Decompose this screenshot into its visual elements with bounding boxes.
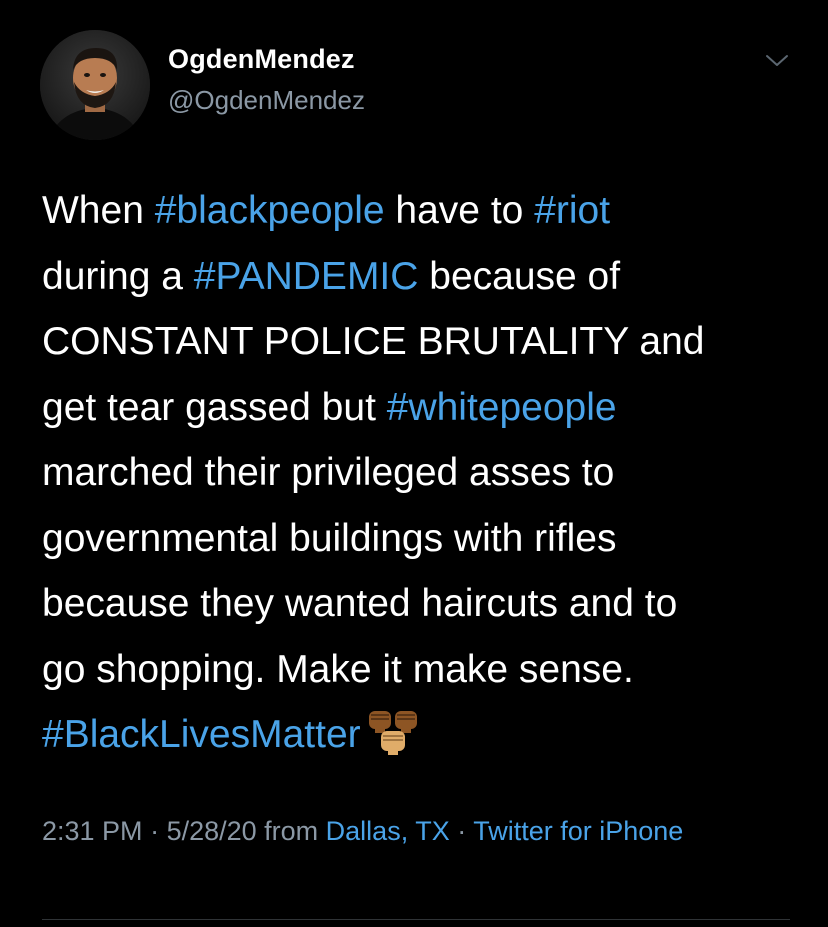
- raised-fist-emoji-icon: [365, 707, 423, 778]
- divider: [42, 919, 790, 920]
- meta-separator: ·: [142, 816, 167, 846]
- avatar[interactable]: [40, 30, 150, 140]
- tweet-line: because they wanted haircuts and to: [42, 571, 802, 637]
- hashtag-link[interactable]: #BlackLivesMatter: [42, 713, 361, 756]
- profile-photo-icon: [40, 30, 150, 140]
- meta-separator-2: ·: [449, 816, 474, 846]
- tweet-text-segment: during a: [42, 254, 194, 298]
- tweet-text-segment: When: [42, 189, 155, 232]
- tweet-time[interactable]: 2:31 PM: [42, 816, 143, 846]
- tweet-line: CONSTANT POLICE BRUTALITY and: [42, 309, 802, 375]
- tweet-text: When #blackpeople have to #riot during a …: [42, 178, 802, 768]
- from-label: from: [256, 816, 326, 846]
- tweet-text-segment: marched their privileged asses to: [42, 451, 615, 494]
- tweet-text-segment: because they wanted haircuts and to: [42, 582, 678, 625]
- tweet-text-segment: CONSTANT POLICE BRUTALITY and: [42, 320, 705, 363]
- hashtag-link[interactable]: #riot: [534, 189, 610, 232]
- tweet-card: OgdenMendez @OgdenMendez When #blackpeop…: [0, 0, 828, 927]
- tweet-line: marched their privileged asses to: [42, 440, 802, 506]
- tweet-line: governmental buildings with rifles: [42, 506, 802, 572]
- tweet-line: When #blackpeople have to #riot: [42, 178, 802, 244]
- client-link[interactable]: Twitter for iPhone: [473, 816, 683, 846]
- tweet-line: #BlackLivesMatter: [42, 702, 802, 768]
- chevron-down-icon[interactable]: [764, 50, 790, 70]
- hashtag-link[interactable]: #whitepeople: [387, 386, 617, 429]
- tweet-text-segment: get tear gassed but: [42, 385, 387, 429]
- tweet-line: during a #PANDEMIC because of: [42, 244, 802, 310]
- location-link[interactable]: Dallas, TX: [326, 816, 450, 846]
- tweet-date[interactable]: 5/28/20: [167, 816, 257, 846]
- tweet-line: go shopping. Make it make sense.: [42, 637, 802, 703]
- tweet-text-segment: go shopping. Make it make sense.: [42, 647, 634, 691]
- tweet-text-segment: because of: [418, 254, 621, 298]
- tweet-text-segment: governmental buildings with rifles: [42, 516, 617, 560]
- user-handle[interactable]: @OgdenMendez: [168, 85, 365, 116]
- display-name[interactable]: OgdenMendez: [168, 44, 355, 75]
- tweet-meta: 2:31 PM · 5/28/20 from Dallas, TX · Twit…: [42, 808, 762, 855]
- tweet-text-segment: have to: [384, 189, 535, 232]
- hashtag-link[interactable]: #PANDEMIC: [194, 255, 419, 298]
- hashtag-link[interactable]: #blackpeople: [155, 189, 385, 232]
- tweet-line: get tear gassed but #whitepeople: [42, 375, 802, 441]
